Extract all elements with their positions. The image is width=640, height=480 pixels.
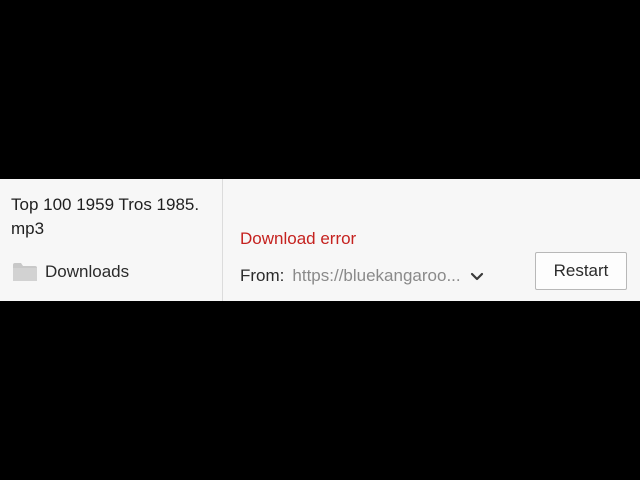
- download-item-info: Top 100 1959 Tros 1985.mp3 Downloads: [0, 179, 223, 301]
- download-error-text: Download error: [240, 229, 357, 248]
- download-status-pane: Download error From: https://bluekangaro…: [223, 179, 640, 301]
- source-url: https://bluekangaroo...: [292, 266, 461, 285]
- restart-button[interactable]: Restart: [535, 252, 627, 290]
- file-name: Top 100 1959 Tros 1985.mp3: [11, 195, 200, 238]
- source-row: From: https://bluekangaroo...: [240, 264, 485, 288]
- download-bar: Top 100 1959 Tros 1985.mp3 Downloads Dow…: [0, 179, 640, 301]
- chevron-down-icon[interactable]: [469, 268, 485, 284]
- folder-label: Downloads: [45, 262, 130, 281]
- folder-link[interactable]: Downloads: [12, 261, 129, 283]
- from-label: From:: [240, 266, 285, 285]
- folder-icon: [12, 262, 38, 282]
